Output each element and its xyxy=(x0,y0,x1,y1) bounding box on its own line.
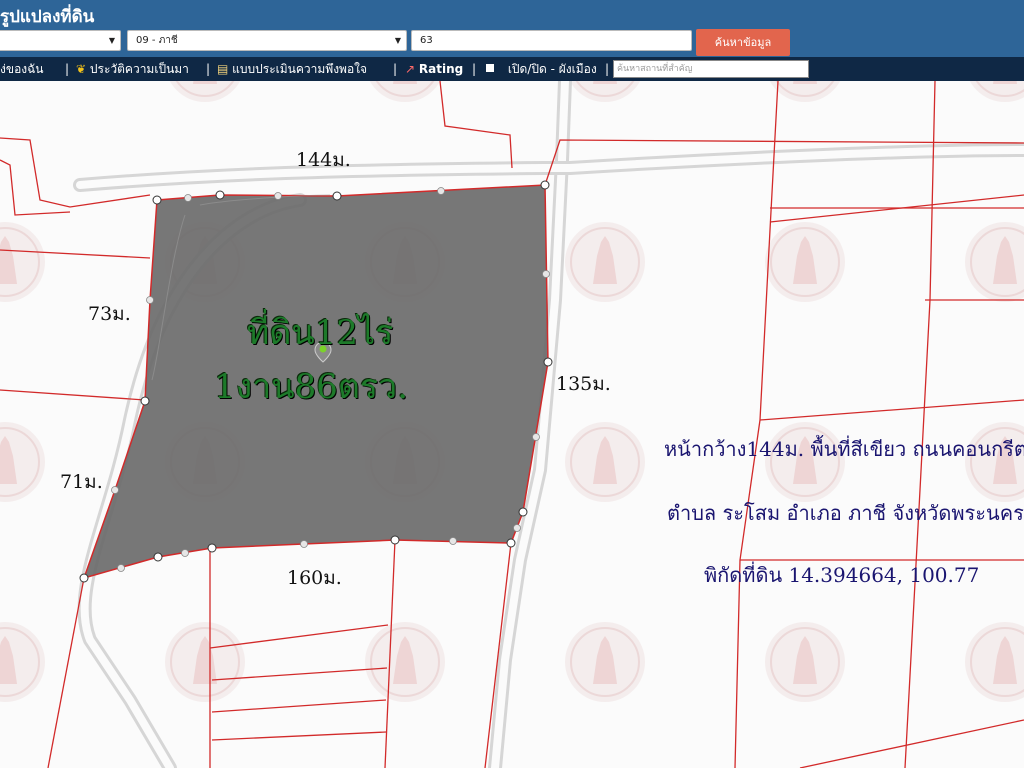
toolbar-divider: | xyxy=(65,62,70,76)
province-select[interactable]: ▼ xyxy=(0,30,121,51)
dimension-right: 135ม. xyxy=(556,373,611,395)
dimension-left-lower: 71ม. xyxy=(60,471,103,493)
toolbar-divider: | xyxy=(393,62,398,76)
info-frontage: หน้ากว้าง144ม. พื้นที่สีเขียว ถนนคอนกรีต xyxy=(664,437,1024,461)
toolbar-item-history-label: ประวัติความเป็นมา xyxy=(89,62,189,76)
page-title: รูปแปลงที่ดิน xyxy=(0,7,95,27)
chevron-down-icon: ▼ xyxy=(108,36,115,45)
district-select-value: 09 - ภาชี xyxy=(136,35,178,46)
toolbar-item-rating[interactable]: ↗ Rating xyxy=(405,61,463,77)
search-button[interactable]: ค้นหาข้อมูล xyxy=(696,29,790,56)
dimension-top: 144ม. xyxy=(296,149,351,171)
toolbar-item-city-plan-label: เปิด/ปิด - ผังเมือง xyxy=(507,62,597,76)
title-bar: รูปแปลงที่ดิน xyxy=(0,0,1024,27)
info-location: ตำบล ระโสม อำเภอ ภาชี จังหวัดพระนครศรีอย… xyxy=(667,501,1024,525)
toolbar-divider: | xyxy=(605,62,610,76)
parcel-area-label-line2: 1งาน86ตรว. xyxy=(214,367,409,407)
dimension-left-upper: 73ม. xyxy=(88,303,131,325)
parcel-number-input[interactable]: 63 xyxy=(411,30,692,51)
document-icon: ▤ xyxy=(217,62,229,76)
map-layer xyxy=(0,81,1024,768)
sprout-icon: ❦ xyxy=(76,62,87,76)
toolbar-item-survey[interactable]: ▤ แบบประเมินความพึงพอใจ xyxy=(217,61,367,77)
toolbar-item-rating-label: Rating xyxy=(418,62,464,76)
chevron-down-icon: ▼ xyxy=(394,36,401,45)
checkbox-icon[interactable] xyxy=(486,64,494,72)
toolbar-divider: | xyxy=(472,62,477,76)
toolbar-item-city-plan[interactable]: เปิด/ปิด - ผังเมือง xyxy=(486,61,597,77)
district-select[interactable]: 09 - ภาชี ▼ xyxy=(127,30,407,51)
toolbar: ง่ของฉัน | ❦ ประวัติความเป็นมา | ▤ แบบปร… xyxy=(0,57,1024,81)
info-coordinates: พิกัดที่ดิน 14.394664, 100.77 xyxy=(704,563,980,587)
dimension-bottom: 160ม. xyxy=(287,567,342,589)
toolbar-divider: | xyxy=(206,62,211,76)
chart-icon: ↗ xyxy=(405,62,416,76)
parcel-area-label-line1: ที่ดิน12ไร่ xyxy=(247,313,394,353)
search-bar: ▼ 09 - ภาชี ▼ 63 ค้นหาข้อมูล xyxy=(0,27,1024,57)
toolbar-item-my-location[interactable]: ง่ของฉัน xyxy=(0,61,44,77)
toolbar-item-survey-label: แบบประเมินความพึงพอใจ xyxy=(232,62,368,76)
map-canvas[interactable]: ที่ดิน12ไร่ 1งาน86ตรว. 144ม. 73ม. 71ม. 1… xyxy=(0,81,1024,768)
toolbar-item-history[interactable]: ❦ ประวัติความเป็นมา xyxy=(76,61,189,77)
landmark-search-input[interactable]: ค้นหาสถานที่สำคัญ xyxy=(613,60,809,78)
